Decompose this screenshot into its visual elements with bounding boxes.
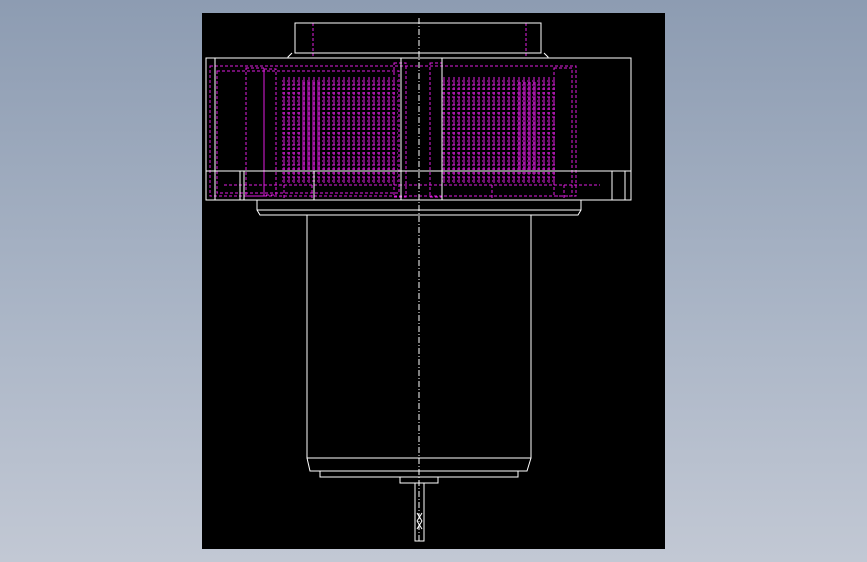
hidden-left-bearing-2 xyxy=(263,68,277,196)
hidden-center-shaft-2 xyxy=(429,62,443,198)
hidden-right-bearing xyxy=(553,67,573,197)
cad-viewport[interactable] xyxy=(202,13,665,549)
top-cover-outline xyxy=(294,22,542,54)
gearmotor-drawing xyxy=(205,18,632,543)
top-cover-chamfer xyxy=(287,52,549,59)
hidden-left-bearing xyxy=(245,67,265,197)
hidden-center-shaft xyxy=(393,62,407,198)
